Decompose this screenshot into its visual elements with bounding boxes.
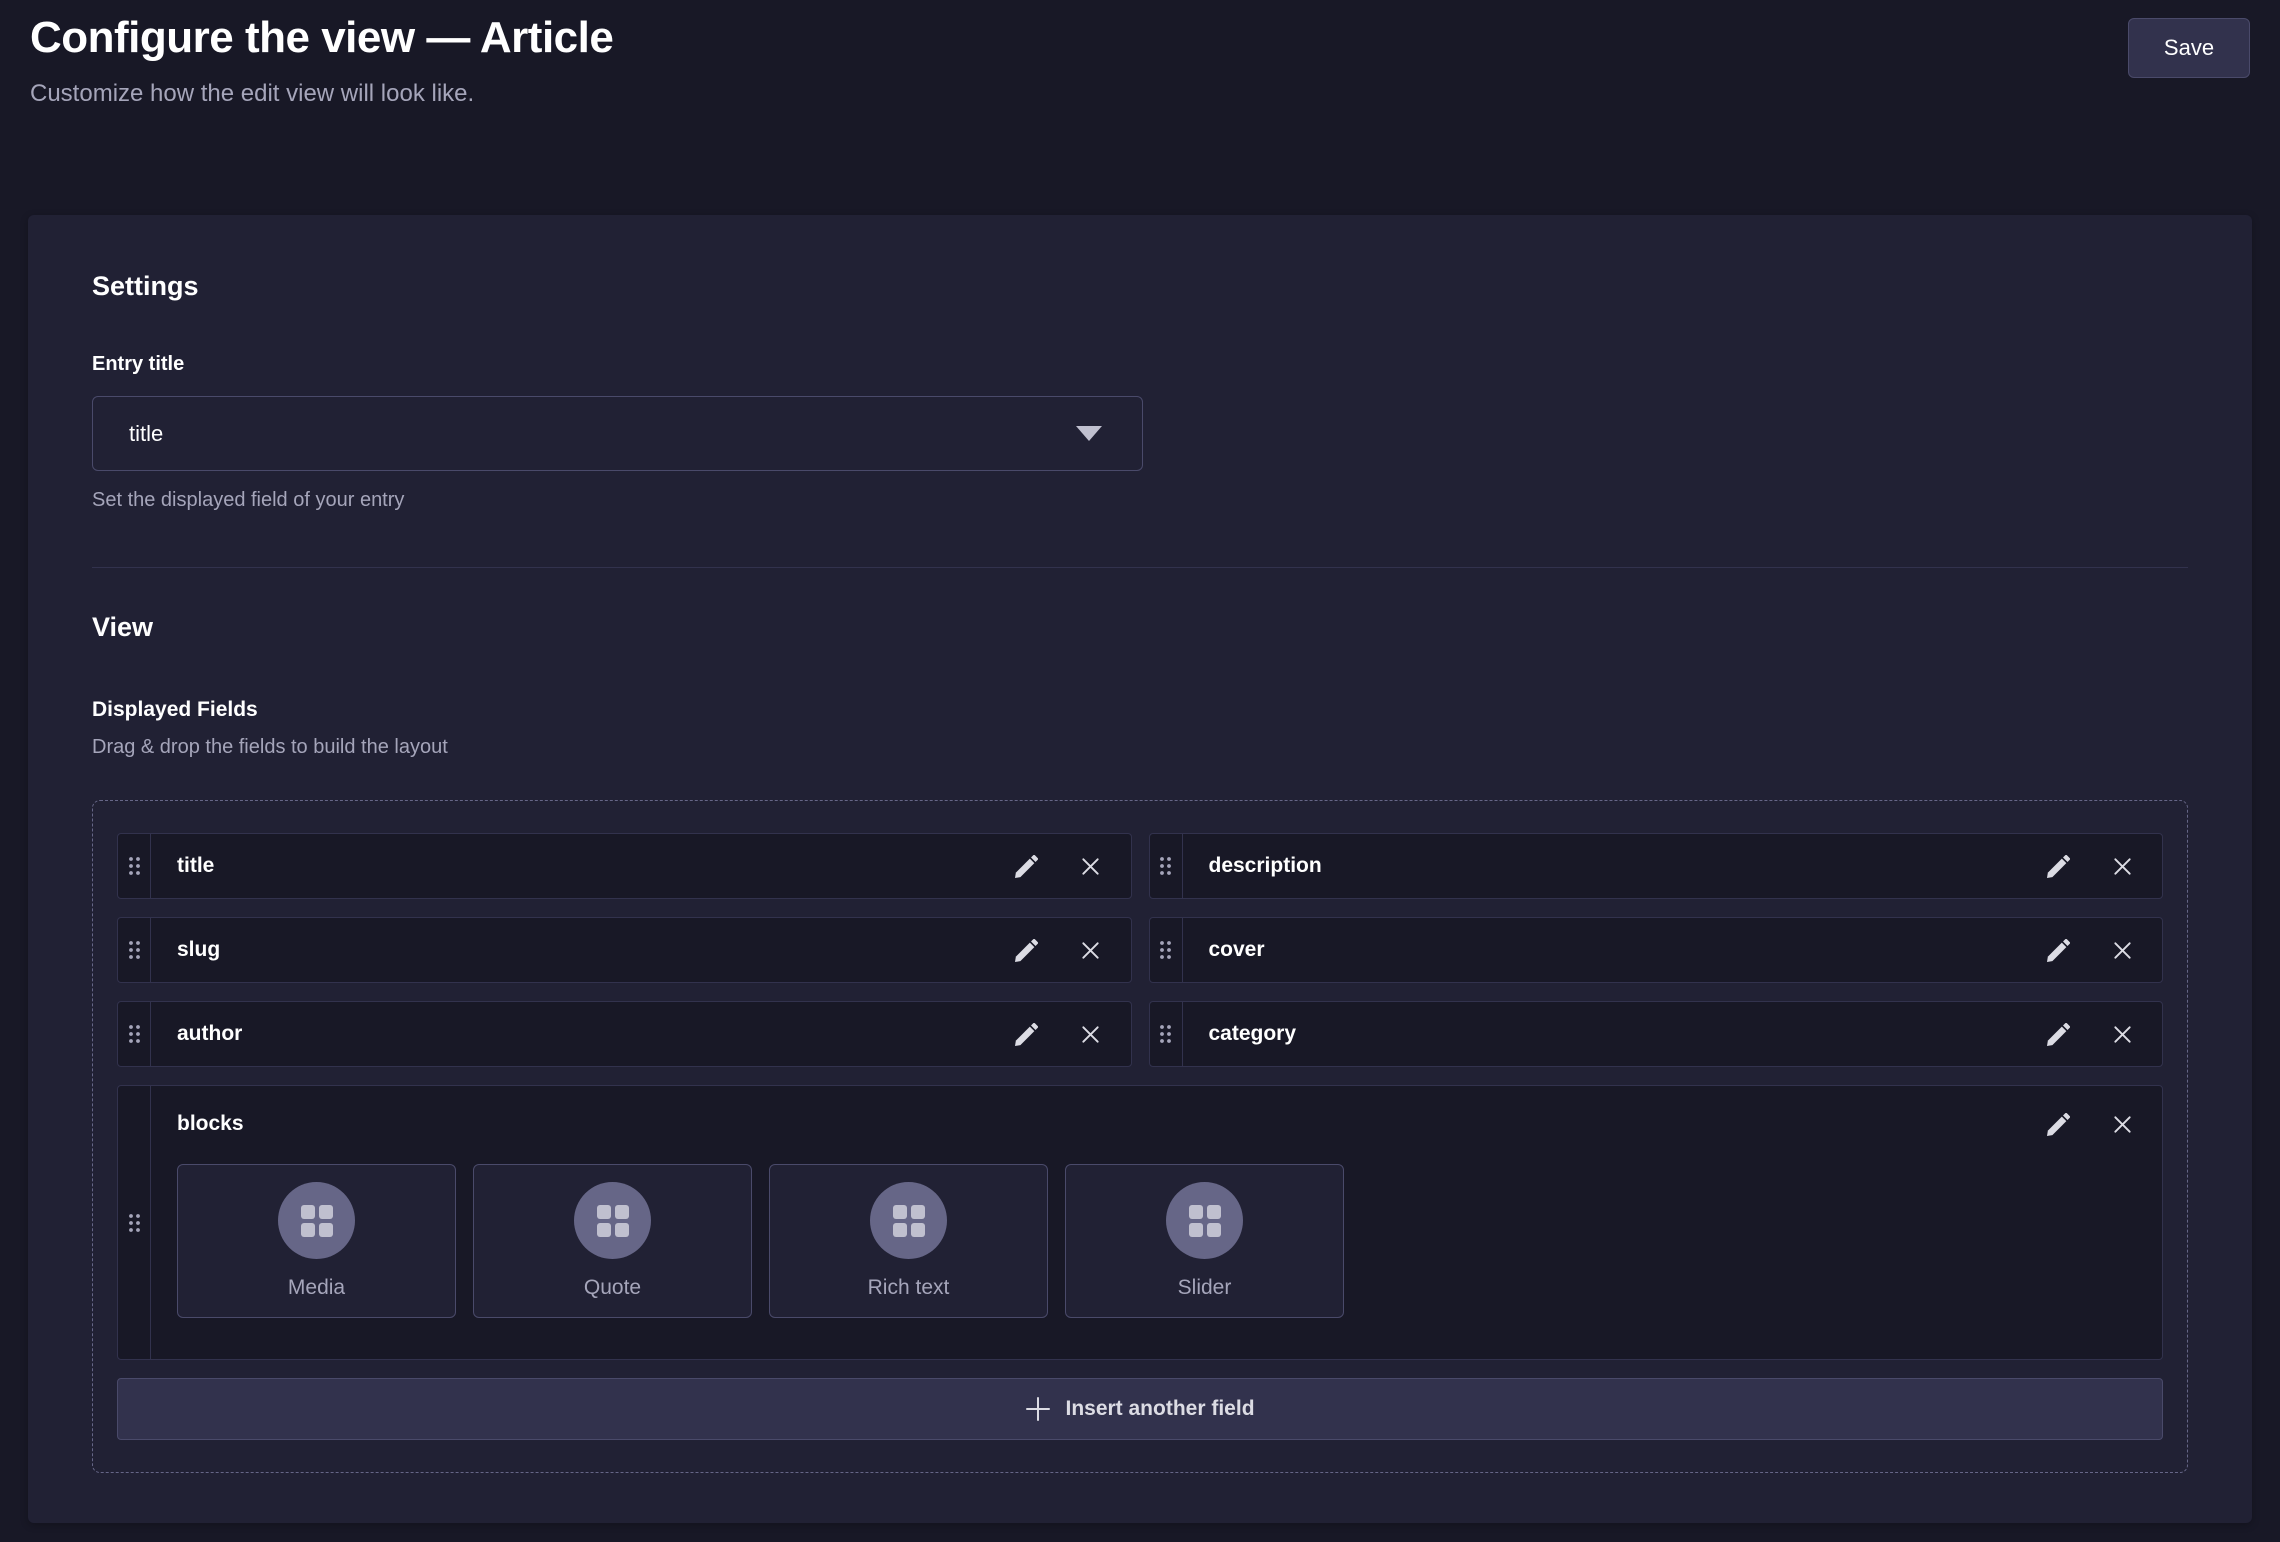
component-tile-label: Quote [584, 1276, 641, 1300]
component-tile-slider[interactable]: Slider [1065, 1164, 1344, 1318]
entry-title-label: Entry title [92, 353, 2188, 376]
component-tile-rich-text[interactable]: Rich text [769, 1164, 1048, 1318]
drag-handle-icon[interactable] [118, 1086, 151, 1359]
page-subtitle: Customize how the edit view will look li… [30, 77, 613, 110]
row-actions [1015, 918, 1131, 982]
settings-section: Settings Entry title title Set the displ… [92, 269, 2188, 513]
drag-handle-icon[interactable] [118, 918, 151, 982]
field-row-cover: cover [1149, 917, 2164, 983]
chevron-down-icon [1076, 426, 1102, 441]
field-row-category: category [1149, 1001, 2164, 1067]
settings-heading: Settings [92, 269, 2188, 303]
drag-handle-icon[interactable] [1150, 1002, 1183, 1066]
field-name: slug [151, 938, 1015, 962]
field-name: author [151, 1022, 1015, 1046]
remove-icon[interactable] [1079, 938, 1103, 962]
field-row-slug: slug [117, 917, 1132, 983]
field-name: category [1183, 1022, 2047, 1046]
plus-icon [1025, 1396, 1051, 1422]
field-name: blocks [177, 1112, 244, 1136]
drag-handle-icon[interactable] [118, 1002, 151, 1066]
drag-handle-icon[interactable] [1150, 834, 1183, 898]
save-button[interactable]: Save [2128, 18, 2250, 78]
component-tile-media[interactable]: Media [177, 1164, 456, 1318]
insert-field-label: Insert another field [1065, 1397, 1254, 1421]
edit-icon[interactable] [2046, 1112, 2070, 1136]
component-tiles: Media Quote [177, 1164, 2162, 1318]
row-actions [2046, 1002, 2162, 1066]
blocks-header: blocks [177, 1112, 2162, 1136]
remove-icon[interactable] [1079, 1022, 1103, 1046]
edit-icon[interactable] [2046, 1022, 2070, 1046]
drag-handle-icon[interactable] [118, 834, 151, 898]
component-tile-label: Media [288, 1276, 345, 1300]
drag-handle-icon[interactable] [1150, 918, 1183, 982]
displayed-fields-subtitle: Drag & drop the fields to build the layo… [92, 734, 2188, 760]
remove-icon[interactable] [1079, 854, 1103, 878]
component-tile-label: Rich text [868, 1276, 950, 1300]
field-row-title: title [117, 833, 1132, 899]
field-name: title [151, 854, 1015, 878]
remove-icon[interactable] [2110, 854, 2134, 878]
edit-icon[interactable] [2046, 854, 2070, 878]
page-title: Configure the view — Article [30, 10, 613, 65]
blocks-body: blocks [151, 1086, 2162, 1359]
component-icon [870, 1182, 947, 1259]
row-actions [1015, 834, 1131, 898]
displayed-fields-title: Displayed Fields [92, 698, 2188, 722]
edit-icon[interactable] [1015, 938, 1039, 962]
component-tile-quote[interactable]: Quote [473, 1164, 752, 1318]
field-name: cover [1183, 938, 2047, 962]
page-header: Configure the view — Article Customize h… [28, 0, 2252, 110]
field-row-blocks: blocks [117, 1085, 2163, 1360]
field-row-description: description [1149, 833, 2164, 899]
entry-title-value: title [129, 421, 163, 447]
edit-icon[interactable] [1015, 1022, 1039, 1046]
row-actions [1015, 1002, 1131, 1066]
component-icon [1166, 1182, 1243, 1259]
remove-icon[interactable] [2110, 1022, 2134, 1046]
page-titles: Configure the view — Article Customize h… [30, 10, 613, 110]
section-divider [92, 567, 2188, 568]
component-tile-label: Slider [1178, 1276, 1232, 1300]
row-actions [2046, 1112, 2162, 1136]
view-heading: View [92, 610, 2188, 644]
remove-icon[interactable] [2110, 1112, 2134, 1136]
component-icon [278, 1182, 355, 1259]
fields-dropzone: title description [92, 800, 2188, 1473]
edit-icon[interactable] [2046, 938, 2070, 962]
entry-title-select[interactable]: title [92, 396, 1143, 471]
content-panel: Settings Entry title title Set the displ… [28, 215, 2252, 1523]
field-name: description [1183, 854, 2047, 878]
row-actions [2046, 834, 2162, 898]
row-actions [2046, 918, 2162, 982]
configure-view-page: Configure the view — Article Customize h… [0, 0, 2280, 1523]
view-section: View Displayed Fields Drag & drop the fi… [92, 610, 2188, 1473]
fields-grid: title description [117, 833, 2163, 1440]
remove-icon[interactable] [2110, 938, 2134, 962]
component-icon [574, 1182, 651, 1259]
insert-field-button[interactable]: Insert another field [117, 1378, 2163, 1440]
entry-title-hint: Set the displayed field of your entry [92, 487, 2188, 513]
field-row-author: author [117, 1001, 1132, 1067]
edit-icon[interactable] [1015, 854, 1039, 878]
